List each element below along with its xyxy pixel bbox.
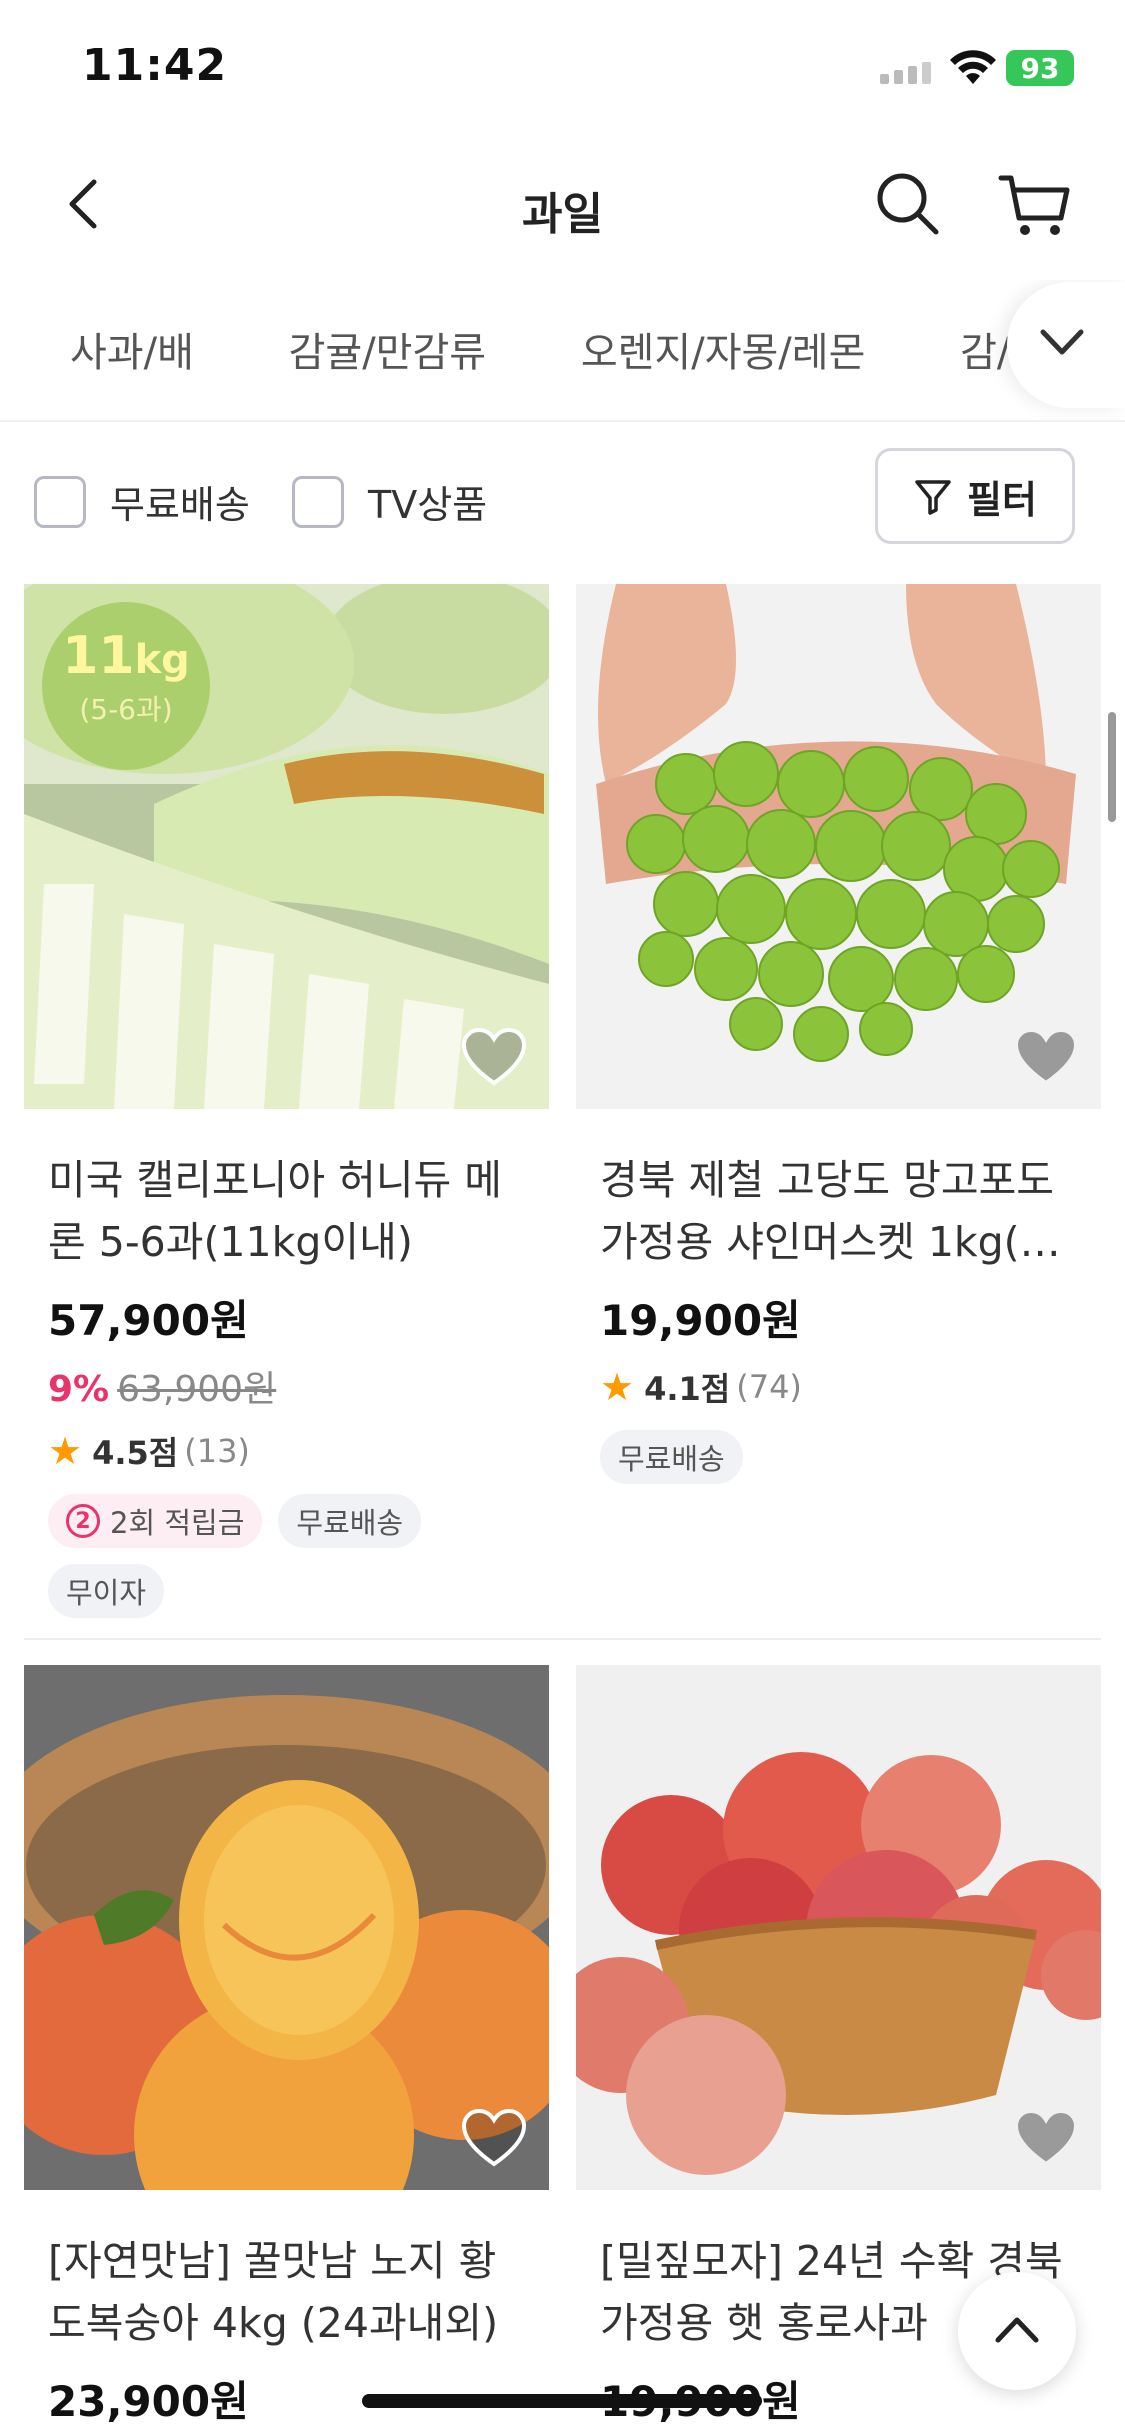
battery-icon: 93 [1006,50,1074,86]
points-number-icon: 2 [66,1504,100,1538]
product-image[interactable] [576,584,1101,1109]
scrollbar[interactable] [1108,712,1116,822]
points-tag: 2 2회 적립금 [48,1494,263,1548]
tv-product-checkbox[interactable]: TV상품 [292,474,487,529]
heart-icon[interactable] [461,1027,527,1087]
product-price: 19,900원 [600,1296,801,1345]
points-tag-label: 2회 적립금 [110,1506,245,1540]
product-tags: 무료배송 [600,1430,1100,1484]
product-name[interactable]: 경북 제철 고당도 망고포도 가정용 샤인머스켓 1kg(… [600,1149,1079,1273]
category-expand-button[interactable] [1007,282,1125,408]
tab-category[interactable]: 사과/배 [70,320,194,378]
cart-icon[interactable] [995,166,1075,242]
checkbox-box[interactable] [292,475,344,528]
rating-score: 4.1점 [644,1370,731,1408]
star-icon: ★ [48,1429,83,1473]
free-shipping-tag: 무료배송 [600,1430,743,1484]
home-indicator[interactable] [362,2394,762,2408]
product-card[interactable]: [자연맛남] 꿀맛남 노지 황도복숭아 4kg (24과내외) 23,900원 [24,1665,549,2429]
filter-row: 무료배송 TV상품 필터 [0,422,1125,572]
page-title: 과일 [522,189,603,240]
scroll-top-button[interactable] [958,2272,1076,2390]
free-shipping-tag: 무료배송 [278,1494,422,1548]
tab-category[interactable]: 감귤/만감류 [289,320,486,378]
category-scroller: 사과/배 감귤/만감류 오렌지/자몽/레몬 감/곶감 [70,320,1125,378]
product-image[interactable] [576,1665,1101,2190]
product-card[interactable]: 경북 제철 고당도 망고포도 가정용 샤인머스켓 1kg(… 19,900원 ★… [576,584,1101,1484]
product-rating: ★ 4.5점 (13) [48,1428,549,1474]
chevron-down-icon [1040,329,1084,355]
product-tags: 2 2회 적립금 무료배송 무이자 [48,1494,548,1618]
search-icon[interactable] [870,166,946,242]
wifi-icon [950,50,996,84]
category-tabs: 사과/배 감귤/만감류 오렌지/자몽/레몬 감/곶감 [0,280,1125,422]
product-image[interactable] [24,1665,549,2190]
filter-button[interactable]: 필터 [875,448,1075,544]
free-shipping-label: 무료배송 [110,483,250,527]
status-bar: 11:42 93 [0,0,1125,140]
filter-icon [915,480,951,515]
badge-unit: kg [134,637,190,683]
row-divider [24,1638,1101,1640]
signal-icon [880,62,931,84]
tv-product-label: TV상품 [368,483,488,527]
free-shipping-checkbox[interactable]: 무료배송 [34,474,250,529]
heart-icon[interactable] [1013,1027,1079,1087]
product-discount: 9% 63,900원 [48,1360,549,1412]
product-name[interactable]: 미국 캘리포니아 허니듀 메론 5-6과(11kg이내) [48,1149,527,1273]
review-count: (13) [184,1432,250,1470]
review-count: (74) [736,1368,802,1406]
product-card[interactable]: 11kg (5-6과) 미국 캘리포니아 허니듀 메론 5-6과(11kg이내)… [24,584,549,1618]
rating-score: 4.5점 [92,1434,179,1472]
product-rating: ★ 4.1점 (74) [600,1364,1101,1410]
product-price: 57,900원 [48,1296,249,1345]
badge-count: (5-6과) [79,693,173,726]
product-name[interactable]: [자연맛남] 꿀맛남 노지 황도복숭아 4kg (24과내외) [48,2230,527,2354]
status-time: 11:42 [82,40,228,91]
badge-weight: 11 [62,626,135,686]
checkbox-box[interactable] [34,475,86,528]
heart-icon[interactable] [461,2108,527,2168]
discount-percent: 9% [48,1369,110,1410]
product-image[interactable]: 11kg (5-6과) [24,584,549,1109]
original-price: 63,900원 [117,1369,277,1410]
weight-badge: 11kg (5-6과) [42,602,210,770]
filter-button-label: 필터 [967,477,1037,522]
star-icon: ★ [600,1365,635,1409]
chevron-up-icon [995,2317,1039,2343]
tab-category[interactable]: 오렌지/자몽/레몬 [581,320,866,378]
heart-icon[interactable] [1013,2108,1079,2168]
top-nav: 과일 [0,140,1125,270]
installment-tag: 무이자 [48,1564,165,1618]
